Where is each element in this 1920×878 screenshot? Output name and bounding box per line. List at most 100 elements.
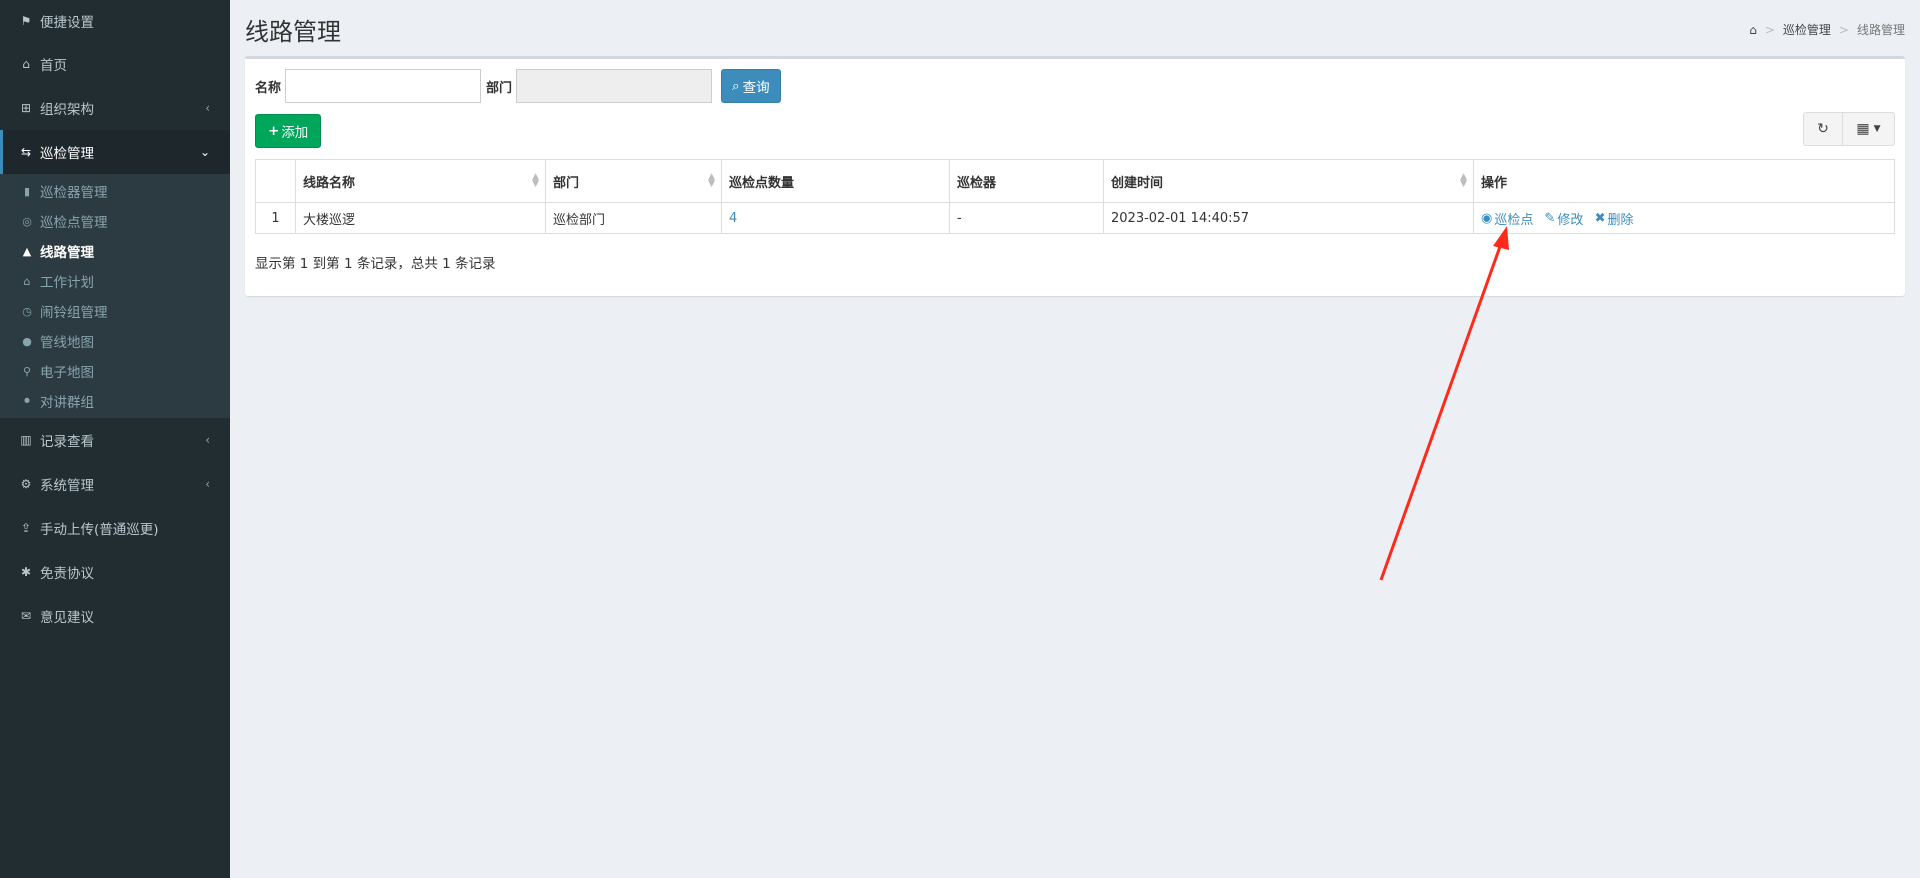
pagination-info: 显示第 1 到第 1 条记录，总共 1 条记录 [255,256,496,272]
sidebar-item-label: 手动上传(普通巡更) [40,522,159,538]
column-header-label: 部门 [553,175,580,191]
column-header-index [255,159,296,203]
sidebar: ⚑ 便捷设置 ⌂ 首页 ⊞ 组织架构 ‹ ⇆ 巡检管理 ⌄ ▮ 巡检器管理 ◎ … [0,0,230,878]
point-count-cell: 4 [721,202,950,234]
sidebar-item-checkpoint-management[interactable]: ◎ 巡检点管理 [0,206,230,236]
table-toolbar: ↻ ▦ ▼ [1803,112,1895,146]
search-form: 名称 部门 ⌕ 查询 [255,69,781,103]
sidebar-item-home[interactable]: ⌂ 首页 [0,42,230,86]
breadcrumb-separator: > [1764,22,1775,37]
sort-icon: ▲ ▼ [1460,172,1467,189]
sidebar-item-feedback[interactable]: ✉ 意见建议 [0,594,230,638]
add-button-label: 添加 [281,125,309,141]
chevron-left-icon: ‹ [205,101,210,115]
sidebar-item-label: 闹铃组管理 [40,305,108,321]
point-count-link[interactable]: 4 [729,211,737,226]
sidebar-item-work-plan[interactable]: ⌂ 工作计划 [0,266,230,296]
home-icon[interactable]: ⌂ [1749,23,1757,37]
column-header-department[interactable]: 部门 ▲ ▼ [545,159,722,203]
edit-action-label: 修改 [1557,212,1584,228]
sidebar-item-route-management[interactable]: ▲ 线路管理 [0,236,230,266]
device-cell: - [949,202,1104,234]
sidebar-item-label: 组织架构 [40,102,94,118]
inspection-submenu: ▮ 巡检器管理 ◎ 巡检点管理 ▲ 线路管理 ⌂ 工作计划 ◷ 闹铃组管理 ● … [0,174,230,418]
name-label: 名称 [255,80,282,96]
refresh-icon: ↻ [1817,121,1829,137]
gear-icon: ⚙ [20,477,32,491]
sidebar-item-label: 电子地图 [40,365,94,381]
asterisk-icon: ✱ [20,565,32,579]
route-table: 线路名称 ▲ ▼ 部门 ▲ ▼ 巡检点数量 巡检器 创建时间 ▲ ▼ 操作 1 … [255,159,1895,234]
sidebar-item-records[interactable]: ▥ 记录查看 ‹ [0,418,230,462]
column-header-point-count: 巡检点数量 [721,159,950,203]
sidebar-item-label: 首页 [40,58,67,74]
sidebar-item-device-management[interactable]: ▮ 巡检器管理 [0,176,230,206]
road-sign-icon: ⇆ [20,145,32,159]
sort-icon: ▲ ▼ [532,172,539,189]
institution-icon: ⌂ [23,274,31,288]
columns-toggle-button[interactable]: ▦ ▼ [1843,112,1895,146]
sidebar-item-alarm-group[interactable]: ◷ 闹铃组管理 [0,296,230,326]
add-button[interactable]: + 添加 [255,114,322,148]
device-icon: ▮ [23,184,31,198]
envelope-open-icon: ✉ [20,609,32,623]
sidebar-item-label: 管线地图 [40,335,94,351]
chevron-left-icon: ‹ [205,477,210,491]
sidebar-item-organization[interactable]: ⊞ 组织架构 ‹ [0,86,230,130]
column-header-created-time[interactable]: 创建时间 ▲ ▼ [1103,159,1474,203]
edit-action-link[interactable]: ✎ 修改 [1545,209,1584,228]
caret-down-icon: ▼ [1873,124,1881,134]
sidebar-item-intercom-group[interactable]: ⏺ 对讲群组 [0,386,230,416]
route-name-cell: 大楼巡逻 [295,202,546,234]
sitemap-icon: ⊞ [20,101,32,115]
query-button[interactable]: ⌕ 查询 [721,69,781,103]
checkpoint-action-link[interactable]: ◉ 巡检点 [1481,209,1533,228]
table-header-row: 线路名称 ▲ ▼ 部门 ▲ ▼ 巡检点数量 巡检器 创建时间 ▲ ▼ 操作 [255,159,1895,203]
sidebar-item-label: 对讲群组 [40,395,94,411]
table-row: 1 大楼巡逻 巡检部门 4 - 2023-02-01 14:40:57 ◉ 巡检… [255,202,1895,234]
breadcrumb-separator: > [1838,22,1849,37]
map-marker-icon: ● [22,334,32,348]
location-pin-icon: ◎ [22,214,32,228]
plus-icon: + [268,123,280,139]
sidebar-item-pipeline-map[interactable]: ● 管线地图 [0,326,230,356]
department-input[interactable] [516,69,713,103]
column-header-actions: 操作 [1473,159,1895,203]
delete-action-link[interactable]: ✖ 删除 [1595,209,1634,228]
sidebar-item-label: 线路管理 [40,245,94,261]
route-list-panel: 名称 部门 ⌕ 查询 + 添加 ↻ ▦ ▼ 线路名称 ▲ ▼ 部门 ▲ ▼ 巡检… [245,56,1905,296]
sidebar-item-label: 免责协议 [40,566,94,582]
sidebar-item-label: 工作计划 [40,275,94,291]
edit-icon: ✎ [1544,210,1556,226]
sidebar-item-label: 巡检管理 [40,146,94,162]
road-icon: ▲ [22,244,32,258]
breadcrumb-current: 线路管理 [1856,23,1905,37]
name-input[interactable] [285,69,482,103]
dot-circle-icon: ◉ [1481,210,1493,226]
sidebar-item-inspection[interactable]: ⇆ 巡检管理 ⌄ [0,130,230,174]
refresh-button[interactable]: ↻ [1803,112,1843,146]
column-header-device: 巡检器 [949,159,1104,203]
main-content: 线路管理 ⌂ > 巡检管理 > 线路管理 名称 部门 ⌕ 查询 + 添加 ↻ ▦… [230,0,1920,878]
column-header-label: 创建时间 [1111,175,1164,191]
page-title: 线路管理 [245,18,341,46]
delete-action-label: 删除 [1607,212,1634,228]
home-icon: ⌂ [22,57,30,71]
row-index: 1 [255,202,296,234]
sidebar-item-label: 便捷设置 [40,15,94,31]
actions-cell: ◉ 巡检点 ✎ 修改 ✖ 删除 [1473,202,1895,234]
sidebar-item-manual-upload[interactable]: ⇪ 手动上传(普通巡更) [0,506,230,550]
column-header-route-name[interactable]: 线路名称 ▲ ▼ [295,159,546,203]
sidebar-item-system[interactable]: ⚙ 系统管理 ‹ [0,462,230,506]
sidebar-item-label: 意见建议 [40,610,94,626]
sidebar-item-disclaimer[interactable]: ✱ 免责协议 [0,550,230,594]
flag-icon: ⚑ [20,14,32,28]
microphone-icon: ⏺ [24,394,30,407]
pushpin-icon: ⚲ [22,364,32,378]
column-header-label: 线路名称 [303,175,356,191]
sidebar-item-shortcut-settings[interactable]: ⚑ 便捷设置 [0,0,230,42]
chevron-down-icon: ⌄ [199,145,210,159]
sidebar-item-electronic-map[interactable]: ⚲ 电子地图 [0,356,230,386]
query-button-label: 查询 [742,80,770,96]
breadcrumb-item[interactable]: 巡检管理 [1783,21,1831,38]
